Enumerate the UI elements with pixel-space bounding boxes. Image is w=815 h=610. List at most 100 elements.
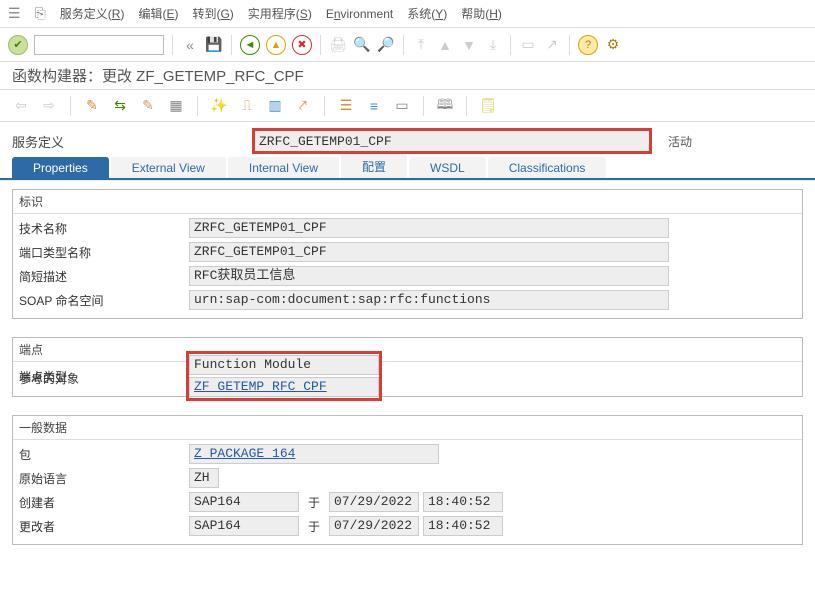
- menu-edit[interactable]: 编辑(E): [138, 5, 178, 22]
- shortcut-icon: ↗: [543, 36, 561, 54]
- wand-icon[interactable]: ✨: [210, 97, 228, 115]
- command-field[interactable]: [34, 35, 164, 55]
- row-short-desc: 简短描述 RFC获取员工信息: [19, 264, 796, 288]
- menu-environment[interactable]: Environment: [326, 7, 393, 21]
- menu-utilities[interactable]: 实用程序(S): [248, 5, 312, 22]
- group-identification: 标识 技术名称 ZRFC_GETEMP01_CPF 端口类型名称 ZRFC_GE…: [12, 189, 803, 319]
- label-package: 包: [19, 446, 189, 463]
- help-button[interactable]: ?: [578, 35, 598, 55]
- toolbar-sep: [197, 96, 198, 116]
- toolbar-sep: [466, 96, 467, 116]
- highlight-endpoint: Function Module ZF_GETEMP_RFC_CPF: [189, 354, 379, 398]
- tree-icon[interactable]: ☰: [337, 97, 355, 115]
- value-changed-by[interactable]: SAP164: [189, 516, 299, 536]
- find-next-icon: 🔎: [377, 36, 395, 54]
- label-changed-by: 更改者: [19, 518, 189, 535]
- where-used-icon[interactable]: ≡: [365, 97, 383, 115]
- label-short-desc: 简短描述: [19, 268, 189, 285]
- back-button[interactable]: ◄: [240, 35, 260, 55]
- group-endpoint-title: 端点: [13, 338, 802, 362]
- menu-service-def[interactable]: 服务定义(R): [60, 5, 125, 22]
- back-double-icon[interactable]: «: [181, 36, 199, 54]
- value-package[interactable]: Z_PACKAGE_164: [189, 444, 439, 464]
- nav-back-icon: ⇦: [12, 97, 30, 115]
- row-language: 原始语言 ZH: [19, 466, 796, 490]
- menu-goto[interactable]: 转到(G): [192, 5, 233, 22]
- block-icon[interactable]: ▥: [266, 97, 284, 115]
- row-created-by: 创建者 SAP164 于 07/29/2022 18:40:52: [19, 490, 796, 514]
- save-icon[interactable]: 💾: [205, 36, 223, 54]
- service-def-value: ZRFC_GETEMP01_CPF: [255, 134, 392, 149]
- sub-toolbar: ⇦ ⇨ ✎ ⇆ ✎ ▦ ✨ ⎍ ▥ ⤤ ☰ ≡ ▭ 🕮 🗒: [0, 90, 815, 122]
- label-changed-on: 于: [299, 518, 329, 535]
- tab-config[interactable]: 配置: [341, 154, 407, 178]
- value-created-by[interactable]: SAP164: [189, 492, 299, 512]
- enter-button[interactable]: ✔: [8, 35, 28, 55]
- find-icon: 🔍: [353, 36, 371, 54]
- group-general: 一般数据 包 Z_PACKAGE_164 原始语言 ZH 创建者 SAP164 …: [12, 415, 803, 545]
- value-ref-object[interactable]: ZF_GETEMP_RFC_CPF: [189, 377, 379, 397]
- toolbar-sep: [172, 35, 173, 55]
- customize-icon[interactable]: ⚙: [604, 36, 622, 54]
- label-ref-object: 参考的对象: [19, 370, 189, 387]
- service-def-label: 服务定义: [12, 132, 242, 151]
- value-created-time[interactable]: 18:40:52: [423, 492, 503, 512]
- activate-icon[interactable]: ▦: [167, 97, 185, 115]
- candle-icon[interactable]: ⎍: [238, 97, 256, 115]
- manual-icon[interactable]: 🕮: [436, 97, 454, 115]
- value-tech-name[interactable]: ZRFC_GETEMP01_CPF: [189, 218, 669, 238]
- toolbar-sep: [510, 35, 511, 55]
- new-window-icon[interactable]: ⎘: [35, 5, 46, 22]
- print-icon: 🖨: [329, 36, 347, 54]
- tab-classifications[interactable]: Classifications: [488, 157, 607, 178]
- arrow-out-icon[interactable]: ⤤: [294, 97, 312, 115]
- toolbar-sep: [324, 96, 325, 116]
- service-def-row: 服务定义 ZRFC_GETEMP01_CPF 活动: [0, 122, 815, 156]
- prev-page-icon: ▲: [436, 36, 454, 54]
- label-language: 原始语言: [19, 470, 189, 487]
- tab-properties[interactable]: Properties: [12, 157, 109, 178]
- value-language[interactable]: ZH: [189, 468, 219, 488]
- menu-system[interactable]: 系统(Y): [407, 5, 447, 22]
- tab-internal-view[interactable]: Internal View: [228, 157, 339, 178]
- main-toolbar: ✔ « 💾 ◄ ▲ ✖ 🖨 🔍 🔎 ⤒ ▲ ▼ ⤓ ▭ ↗ ? ⚙: [0, 28, 815, 62]
- note-icon[interactable]: 🗒: [479, 97, 497, 115]
- cancel-button[interactable]: ✖: [292, 35, 312, 55]
- value-endpoint-type[interactable]: Function Module: [189, 355, 379, 375]
- window-title-text: 函数构建器：更改 ZF_GETEMP_RFC_CPF: [12, 65, 304, 86]
- other-object-icon[interactable]: ⇆: [111, 97, 129, 115]
- check-icon[interactable]: ✎: [139, 97, 157, 115]
- label-soap-ns: SOAP 命名空间: [19, 292, 189, 309]
- toolbar-sep: [569, 35, 570, 55]
- tab-external-view[interactable]: External View: [111, 157, 226, 178]
- tabstrip: Properties External View Internal View 配…: [0, 156, 815, 180]
- label-created-by: 创建者: [19, 494, 189, 511]
- display-change-icon[interactable]: ✎: [83, 97, 101, 115]
- menu-toggle-icon[interactable]: ☰: [8, 5, 21, 22]
- toolbar-sep: [423, 96, 424, 116]
- tab-wsdl[interactable]: WSDL: [409, 157, 486, 178]
- value-created-date[interactable]: 07/29/2022: [329, 492, 419, 512]
- properties-pane: 标识 技术名称 ZRFC_GETEMP01_CPF 端口类型名称 ZRFC_GE…: [0, 180, 815, 571]
- value-changed-date[interactable]: 07/29/2022: [329, 516, 419, 536]
- new-session-icon: ▭: [519, 36, 537, 54]
- label-created-on: 于: [299, 494, 329, 511]
- value-changed-time[interactable]: 18:40:52: [423, 516, 503, 536]
- object-list-icon[interactable]: ▭: [393, 97, 411, 115]
- last-page-icon: ⤓: [484, 36, 502, 54]
- service-def-field[interactable]: ZRFC_GETEMP01_CPF: [252, 128, 652, 154]
- next-page-icon: ▼: [460, 36, 478, 54]
- exit-button[interactable]: ▲: [266, 35, 286, 55]
- label-port-type: 端口类型名称: [19, 244, 189, 261]
- group-identification-title: 标识: [13, 190, 802, 214]
- menu-help[interactable]: 帮助(H): [461, 5, 502, 22]
- value-short-desc[interactable]: RFC获取员工信息: [189, 266, 669, 286]
- service-def-status: 活动: [668, 133, 692, 150]
- value-soap-ns[interactable]: urn:sap-com:document:sap:rfc:functions: [189, 290, 669, 310]
- toolbar-sep: [403, 35, 404, 55]
- value-port-type[interactable]: ZRFC_GETEMP01_CPF: [189, 242, 669, 262]
- menubar: ☰ ⎘ 服务定义(R) 编辑(E) 转到(G) 实用程序(S) Environm…: [0, 0, 815, 28]
- group-general-title: 一般数据: [13, 416, 802, 440]
- group-endpoint: 端点 端点类型 Function Module ZF_GETEMP_RFC_CP…: [12, 337, 803, 397]
- row-changed-by: 更改者 SAP164 于 07/29/2022 18:40:52: [19, 514, 796, 538]
